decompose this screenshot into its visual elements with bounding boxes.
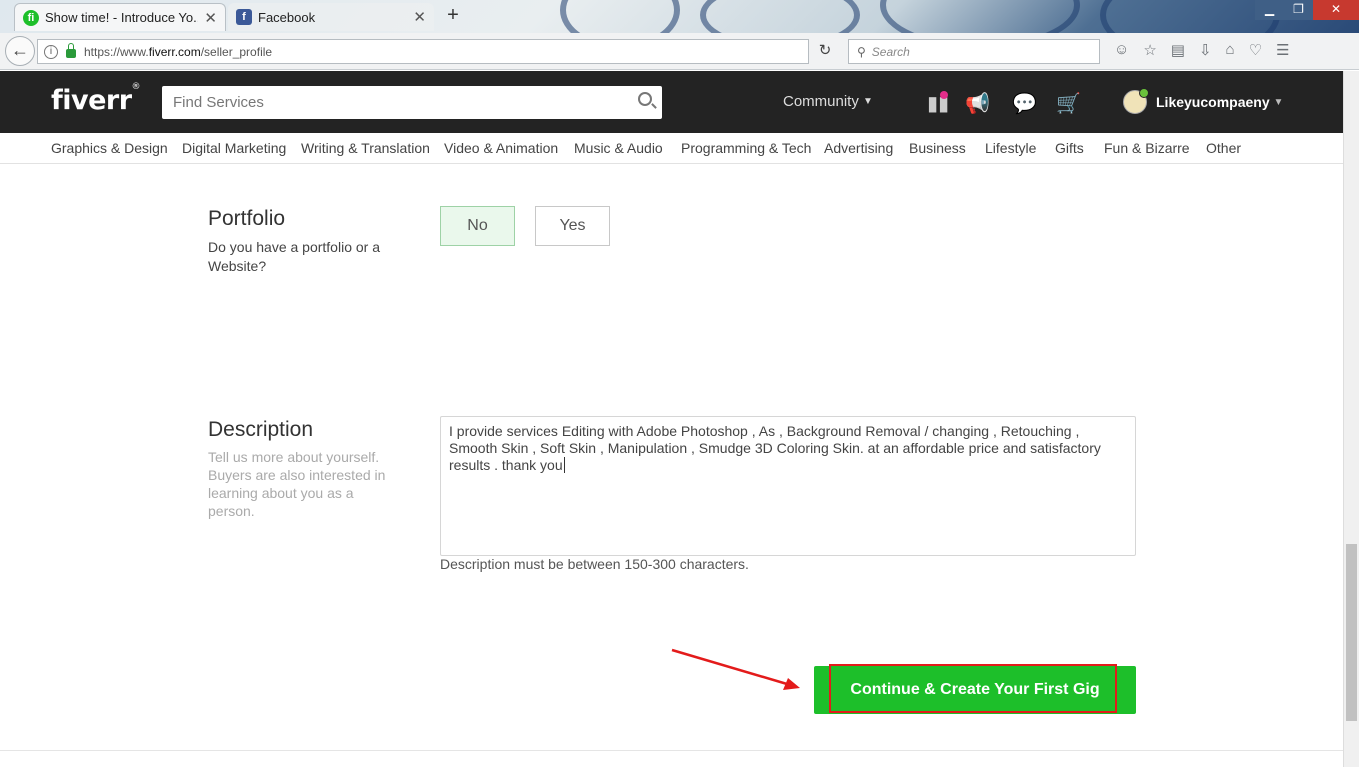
description-textarea[interactable]: I provide services Editing with Adobe Ph… — [440, 416, 1136, 556]
pocket-icon[interactable]: ♡ — [1249, 41, 1262, 59]
category-other[interactable]: Other — [1206, 140, 1241, 156]
page-scrollbar[interactable] — [1343, 71, 1359, 767]
category-graphics-design[interactable]: Graphics & Design — [51, 140, 168, 156]
category-gifts[interactable]: Gifts — [1055, 140, 1084, 156]
online-status-icon — [1139, 88, 1149, 98]
category-writing-translation[interactable]: Writing & Translation — [301, 140, 430, 156]
menu-icon[interactable]: ☰ — [1276, 41, 1289, 59]
fiverr-logo[interactable]: fiverr® — [51, 82, 141, 116]
portfolio-title: Portfolio — [208, 207, 286, 230]
chat-bubble-icon[interactable]: 💬 — [1012, 91, 1037, 116]
username-menu[interactable]: Likeyucompaeny ▼ — [1156, 94, 1283, 110]
addon-icon[interactable]: ☺ — [1114, 41, 1129, 59]
category-advertising[interactable]: Advertising — [824, 140, 893, 156]
info-icon[interactable]: i — [44, 44, 58, 59]
chevron-down-icon: ▼ — [1273, 97, 1284, 108]
cart-icon[interactable]: 🛒 — [1056, 91, 1081, 116]
category-menu: Graphics & Design Digital Marketing Writ… — [0, 133, 1343, 164]
browser-search-input[interactable]: ⚲ Search — [848, 39, 1100, 64]
tab-label: Facebook — [258, 9, 316, 25]
url-domain: fiverr.com — [148, 44, 201, 59]
description-length-hint: Description must be between 150-300 char… — [440, 556, 749, 572]
description-help: Tell us more about yourself. Buyers are … — [208, 449, 386, 519]
reading-list-icon[interactable]: ▤ — [1171, 41, 1185, 59]
restore-icon[interactable]: ❐ — [1284, 0, 1313, 20]
close-window-icon[interactable]: ✕ — [1313, 0, 1359, 20]
tab-label: Show time! - Introduce Yo... — [45, 10, 199, 25]
arrow-shaft — [671, 648, 788, 686]
category-fun-bizarre[interactable]: Fun & Bizarre — [1104, 140, 1190, 156]
tab-fiverr[interactable]: fi Show time! - Introduce Yo... ✕ — [14, 3, 226, 31]
chevron-down-icon: ▼ — [863, 96, 873, 107]
home-icon[interactable]: ⌂ — [1226, 41, 1235, 59]
category-programming-tech[interactable]: Programming & Tech — [681, 140, 811, 156]
description-title: Description — [208, 418, 314, 441]
window-controls: ▁ ❐ ✕ — [1255, 0, 1359, 20]
annotation-highlight-box — [829, 664, 1117, 713]
arrow-head — [783, 678, 800, 690]
reload-icon[interactable]: ↻ — [812, 39, 838, 64]
find-services-placeholder: Find Services — [173, 94, 264, 111]
bookmark-star-icon[interactable]: ☆ — [1143, 41, 1156, 59]
browser-navbar: ← i https://www. fiverr.com/seller_profil… — [0, 33, 1359, 70]
community-menu[interactable]: Community ▼ — [783, 93, 873, 110]
scrollbar-thumb[interactable] — [1346, 544, 1357, 721]
back-arrow-icon[interactable]: ← — [5, 36, 35, 66]
search-icon: ⚲ — [857, 44, 866, 59]
megaphone-icon[interactable]: 📢 — [965, 91, 990, 116]
text-cursor — [563, 457, 565, 473]
close-tab-icon[interactable]: ✕ — [204, 9, 217, 27]
browser-toolbar-icons: ☺ ☆ ▤ ⇩ ⌂ ♡ ☰ — [1114, 41, 1290, 59]
avatar[interactable] — [1123, 88, 1149, 114]
url-prefix: https://www. — [84, 44, 149, 59]
portfolio-no-button[interactable]: No — [440, 206, 515, 246]
logo-registered-mark: ® — [131, 82, 141, 92]
browser-titlebar: fi Show time! - Introduce Yo... ✕ f Face… — [0, 0, 1359, 33]
portfolio-yes-button[interactable]: Yes — [535, 206, 610, 246]
category-business[interactable]: Business — [909, 140, 966, 156]
portfolio-question: Do you have a portfolio or a Website? — [208, 239, 380, 274]
annotation-arrow — [671, 648, 800, 690]
logo-text: fiverr — [51, 85, 132, 116]
tab-facebook[interactable]: f Facebook ✕ — [228, 3, 434, 31]
url-path: /seller_profile — [200, 44, 273, 59]
wallpaper-wave — [560, 0, 680, 33]
site-header: fiverr® Find Services Community ▼ ▮▮ 📢 💬… — [0, 71, 1343, 133]
download-icon[interactable]: ⇩ — [1199, 41, 1212, 59]
close-tab-icon[interactable]: ✕ — [413, 8, 426, 26]
fiverr-favicon-icon: fi — [23, 9, 39, 26]
url-bar[interactable]: i https://www. fiverr.com/seller_profile — [37, 39, 809, 64]
search-icon[interactable] — [638, 92, 652, 106]
wallpaper-wave — [700, 0, 860, 33]
category-music-audio[interactable]: Music & Audio — [574, 140, 663, 156]
lock-icon — [66, 43, 76, 58]
search-placeholder: Search — [871, 44, 910, 59]
footer-divider — [0, 750, 1343, 751]
description-text: I provide services Editing with Adobe Ph… — [449, 423, 1101, 473]
category-lifestyle[interactable]: Lifestyle — [985, 140, 1036, 156]
new-tab-button[interactable]: + — [442, 5, 464, 27]
username-label: Likeyucompaeny — [1156, 94, 1270, 110]
category-digital-marketing[interactable]: Digital Marketing — [182, 140, 286, 156]
wallpaper-wave — [1100, 0, 1280, 33]
facebook-favicon-icon: f — [236, 9, 252, 25]
notification-dot — [940, 91, 948, 99]
community-label: Community — [783, 93, 859, 110]
category-video-animation[interactable]: Video & Animation — [444, 140, 558, 156]
find-services-input[interactable]: Find Services — [162, 86, 662, 119]
wallpaper-wave — [880, 0, 1080, 33]
minimize-icon[interactable]: ▁ — [1255, 0, 1284, 20]
